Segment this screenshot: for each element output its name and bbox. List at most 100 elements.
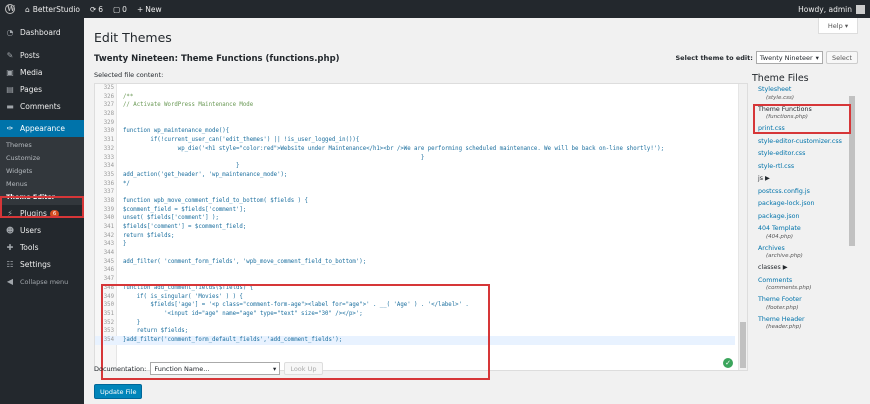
code-line: 345 add_filter( 'comment_form_fields', 'w… bbox=[95, 258, 735, 267]
file-list-folder[interactable]: classes ▶ bbox=[752, 264, 858, 273]
site-name-link[interactable]: ⌂ BetterStudio bbox=[20, 0, 85, 18]
line-number: 343 bbox=[103, 241, 114, 248]
line-number: 327 bbox=[103, 102, 114, 109]
file-path: (header.php) bbox=[766, 324, 802, 330]
file-name: js ▶ bbox=[758, 175, 770, 182]
editor-scrollbar-thumb[interactable] bbox=[740, 322, 746, 368]
line-number: 338 bbox=[103, 197, 114, 204]
line-text: } bbox=[123, 241, 127, 248]
sidebar-item-tools[interactable]: ✚ Tools bbox=[0, 239, 84, 256]
code-line: 326 /** bbox=[95, 93, 735, 102]
line-number: 331 bbox=[103, 137, 114, 144]
line-text bbox=[117, 266, 123, 275]
sidebar-item-pages[interactable]: ▤ Pages bbox=[0, 81, 84, 98]
line-text: } bbox=[123, 154, 425, 161]
line-number: 329 bbox=[103, 119, 114, 126]
file-list-item[interactable]: Comments (comments.php) bbox=[752, 277, 858, 293]
file-list-item[interactable]: style-editor.css bbox=[752, 150, 858, 159]
file-name: package-lock.json bbox=[758, 200, 815, 207]
sidebar-item-comments[interactable]: ▬ Comments bbox=[0, 98, 84, 115]
user-icon: ☻ bbox=[5, 226, 15, 235]
line-text bbox=[117, 249, 123, 258]
theme-files-title: Theme Files bbox=[752, 73, 809, 84]
sidebar-item-users[interactable]: ☻ Users bbox=[0, 222, 84, 239]
submenu-customize[interactable]: Customize bbox=[0, 151, 84, 164]
help-tab[interactable]: Help ▾ bbox=[818, 18, 858, 34]
file-list-item[interactable]: Theme Footer (footer.php) bbox=[752, 296, 858, 312]
line-number: 334 bbox=[103, 163, 114, 170]
code-line: 344 bbox=[95, 249, 735, 258]
file-path: (style.css) bbox=[766, 94, 794, 101]
account-menu[interactable]: Howdy, admin bbox=[793, 0, 870, 18]
line-text: } bbox=[123, 163, 240, 170]
documentation-function-select[interactable]: Function Name... ▾ bbox=[150, 362, 281, 375]
file-name: 404 Template bbox=[758, 225, 801, 232]
lookup-button[interactable]: Look Up bbox=[284, 362, 323, 375]
select-theme-button[interactable]: Select bbox=[825, 51, 858, 64]
sidebar-item-dashboard[interactable]: ◔ Dashboard bbox=[0, 24, 84, 41]
sidebar-item-settings[interactable]: ☷ Settings bbox=[0, 256, 84, 273]
code-line: 335 add_action('get_header', 'wp_maintena… bbox=[95, 171, 735, 180]
file-list-item[interactable]: 404 Template (404.php) bbox=[752, 225, 858, 241]
refresh-icon: ⟳ bbox=[90, 4, 97, 14]
new-content-link[interactable]: + New bbox=[132, 0, 167, 18]
submenu-widgets[interactable]: Widgets bbox=[0, 164, 84, 177]
line-text: add_filter( 'comment_form_fields', 'wpb_… bbox=[123, 258, 367, 265]
code-line: 330 function wp_maintenance_mode(){ bbox=[95, 127, 735, 136]
line-text: add_action('get_header', 'wp_maintenance… bbox=[123, 171, 288, 178]
line-number: 326 bbox=[103, 93, 114, 100]
line-number: 339 bbox=[103, 206, 114, 213]
wordpress-icon bbox=[5, 4, 15, 14]
wp-logo[interactable] bbox=[0, 0, 20, 18]
file-name: style-rtl.css bbox=[758, 162, 795, 170]
file-title: Twenty Nineteen: Theme Functions (functi… bbox=[94, 54, 340, 64]
chevron-down-icon: ▾ bbox=[273, 364, 277, 373]
line-text: $fields['comment'] = $comment_field; bbox=[123, 224, 247, 230]
code-line: 337 bbox=[95, 188, 735, 197]
file-list-item[interactable]: style-editor-customizer.css bbox=[752, 138, 858, 147]
submenu-menus[interactable]: Menus bbox=[0, 177, 84, 190]
plus-icon: + bbox=[136, 4, 144, 14]
file-name: style-editor-customizer.css bbox=[758, 137, 842, 145]
line-text: /** bbox=[123, 93, 134, 100]
file-list-item[interactable]: package.json bbox=[752, 213, 858, 222]
file-list-folder[interactable]: js ▶ bbox=[752, 175, 858, 184]
code-line: 336 */ bbox=[95, 180, 735, 189]
theme-select[interactable]: Twenty Nineteer ▾ bbox=[755, 51, 823, 64]
updates-link[interactable]: ⟳ 6 bbox=[85, 0, 108, 18]
submenu-themes[interactable]: Themes bbox=[0, 138, 84, 151]
chevron-down-icon: ▾ bbox=[844, 21, 849, 30]
documentation-row: Documentation: Function Name... ▾ Look U… bbox=[94, 362, 323, 375]
sidebar-item-appearance[interactable]: ✑ Appearance bbox=[0, 120, 84, 137]
admin-bar: ⌂ BetterStudio ⟳ 6 ▢ 0 + New Howdy, admi… bbox=[0, 0, 870, 18]
code-line: 332 wp_die('<h1 style="color:red">Websit… bbox=[95, 145, 735, 154]
line-text: function wpb_move_comment_field_to_botto… bbox=[123, 197, 308, 204]
file-list-item[interactable]: Stylesheet (style.css) bbox=[752, 86, 858, 102]
line-text: wp_die('<h1 style="color:red">Website un… bbox=[123, 145, 665, 152]
file-list-item[interactable]: package-lock.json bbox=[752, 200, 858, 209]
sidebar-item-media[interactable]: ▣ Media bbox=[0, 64, 84, 81]
file-name: Theme Header bbox=[758, 315, 805, 323]
line-text: if(!current_user_can('edit_themes') || !… bbox=[123, 137, 360, 144]
settings-icon: ☷ bbox=[6, 260, 14, 269]
line-number: 347 bbox=[103, 276, 114, 283]
file-list-item[interactable]: style-rtl.css bbox=[752, 163, 858, 172]
file-list-item[interactable]: Archives (archive.php) bbox=[752, 245, 858, 261]
comment-bubble-icon: ▢ bbox=[113, 4, 121, 14]
code-line: 334 } bbox=[95, 162, 735, 171]
file-list-item[interactable]: Theme Header (header.php) bbox=[752, 316, 858, 332]
sidebar-item-posts[interactable]: ✎ Posts bbox=[0, 47, 84, 64]
sidebar-collapse-menu[interactable]: ◀ Collapse menu bbox=[0, 273, 84, 290]
editor-scrollbar[interactable] bbox=[738, 84, 747, 370]
line-text bbox=[117, 84, 123, 93]
code-line: 341 $fields['comment'] = $comment_field; bbox=[95, 223, 735, 232]
file-list-item[interactable]: postcss.config.js bbox=[752, 188, 858, 197]
chevron-down-icon: ▾ bbox=[815, 53, 819, 62]
update-file-button[interactable]: Update File bbox=[94, 384, 143, 399]
file-name: package.json bbox=[758, 212, 800, 220]
line-text: */ bbox=[123, 180, 130, 187]
grammar-check-icon[interactable]: ✓ bbox=[723, 358, 733, 368]
code-line: 325 bbox=[95, 84, 735, 93]
file-path: (archive.php) bbox=[766, 253, 803, 259]
comments-link[interactable]: ▢ 0 bbox=[108, 0, 132, 18]
